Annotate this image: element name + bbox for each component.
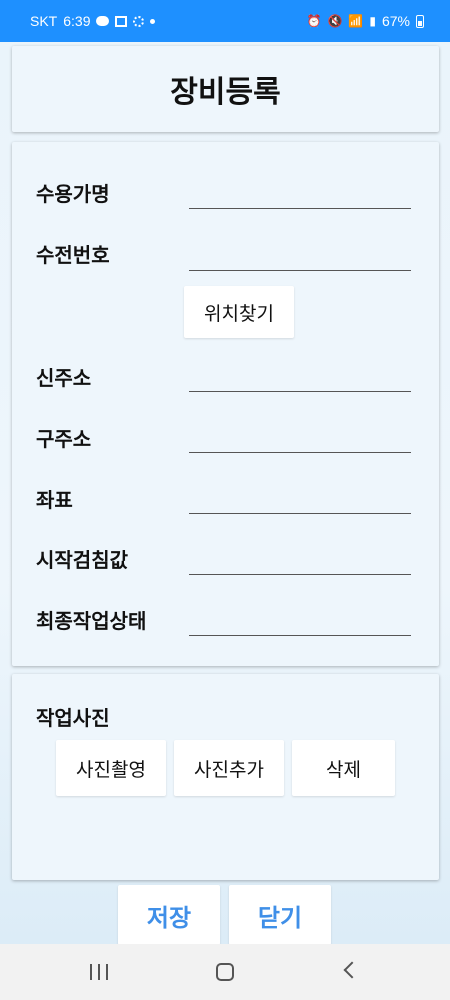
page-title: 장비등록 — [170, 75, 281, 110]
close-button[interactable]: 닫기 — [229, 885, 331, 945]
old-address-input[interactable] — [189, 428, 411, 453]
form-card: 수용가명 수전번호 위치찾기 신주소 구주소 좌표 시작검침값 최종작업상태 — [12, 142, 439, 666]
status-bar: SKT 6:39 ⏰ 🔇 📶 ▮ 67% — [0, 0, 450, 42]
battery-percent: 67% — [381, 13, 410, 29]
alarm-icon: ⏰ — [306, 14, 322, 28]
save-button[interactable]: 저장 — [118, 885, 220, 945]
final-status-input[interactable] — [189, 611, 411, 636]
wifi-icon: 📶 — [348, 14, 364, 28]
customer-name-input[interactable] — [189, 184, 411, 209]
gallery-icon — [115, 15, 128, 27]
home-icon[interactable] — [216, 963, 234, 981]
clock: 6:39 — [63, 13, 91, 29]
delete-photo-button[interactable]: 삭제 — [292, 740, 395, 796]
start-reading-input[interactable] — [189, 550, 411, 575]
old-address-label: 구주소 — [36, 427, 92, 451]
carrier-label: SKT — [30, 13, 58, 29]
final-status-label: 최종작업상태 — [36, 609, 147, 633]
new-address-input[interactable] — [189, 367, 411, 392]
title-card: 장비등록 — [12, 46, 439, 132]
take-photo-button[interactable]: 사진촬영 — [56, 740, 166, 796]
system-nav-bar — [0, 944, 450, 1000]
back-icon[interactable] — [343, 961, 361, 979]
signal-icon: ▮ — [369, 14, 376, 28]
photo-card: 작업사진 사진촬영 사진추가 삭제 — [12, 674, 439, 880]
customer-name-label: 수용가명 — [36, 182, 110, 206]
battery-icon — [416, 14, 424, 28]
add-photo-button[interactable]: 사진추가 — [174, 740, 284, 796]
start-reading-label: 시작검침값 — [36, 548, 128, 572]
meter-number-label: 수전번호 — [36, 243, 110, 267]
new-address-label: 신주소 — [36, 366, 92, 390]
work-photos-title: 작업사진 — [36, 706, 110, 730]
mute-icon: 🔇 — [327, 14, 343, 28]
coordinates-label: 좌표 — [36, 488, 73, 512]
meter-number-input[interactable] — [189, 246, 411, 271]
recent-apps-icon[interactable] — [90, 964, 108, 980]
coordinates-input[interactable] — [189, 489, 411, 514]
find-location-button[interactable]: 위치찾기 — [184, 286, 294, 338]
sync-icon — [133, 15, 145, 27]
notification-dot-icon — [150, 18, 156, 24]
message-icon — [96, 16, 110, 26]
